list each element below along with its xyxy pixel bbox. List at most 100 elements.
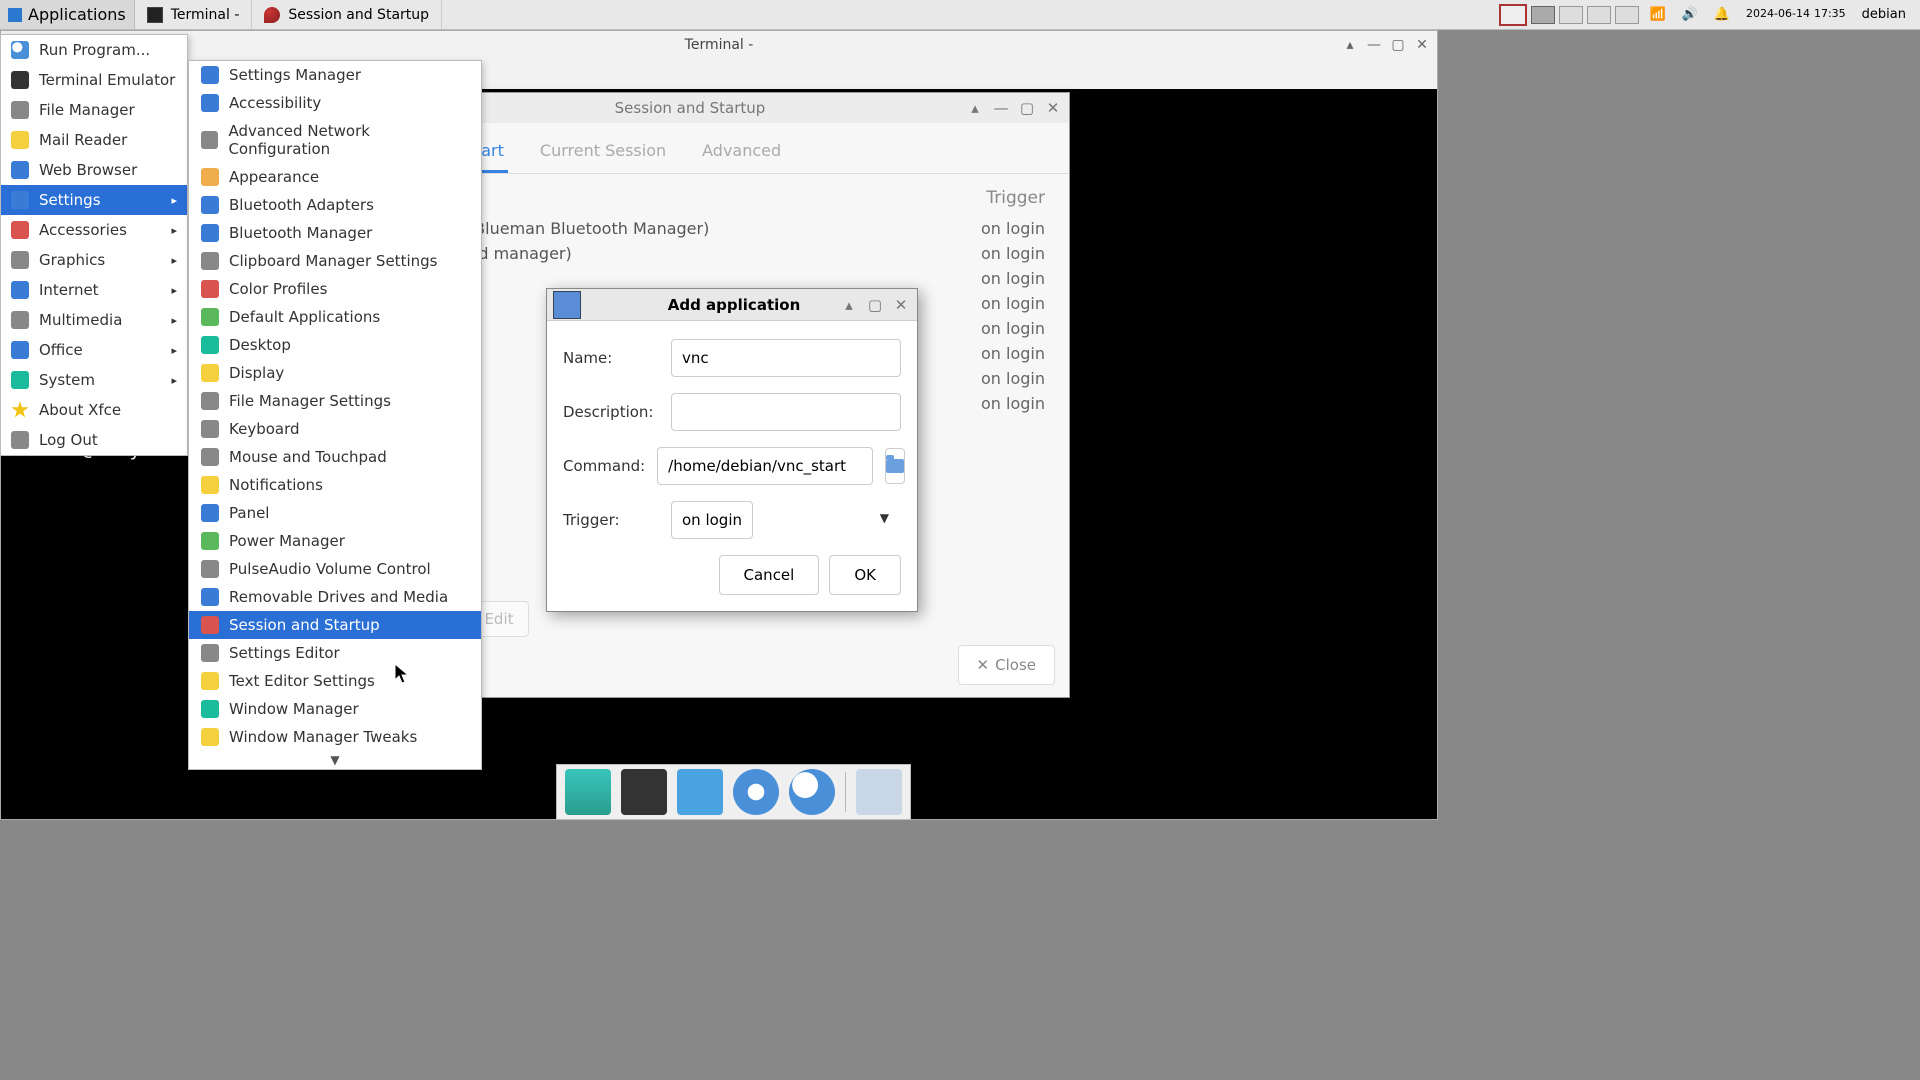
ic-grey-icon	[201, 392, 219, 410]
window-maximize-icon[interactable]: ▢	[865, 295, 885, 315]
menu-item-terminal-emulator[interactable]: Terminal Emulator	[1, 65, 187, 95]
submenu-item-advanced-network-configuration[interactable]: Advanced Network Configuration	[189, 117, 481, 163]
submenu-item-bluetooth-manager[interactable]: Bluetooth Manager	[189, 219, 481, 247]
window-shade-icon[interactable]: ▴	[839, 295, 859, 315]
window-maximize-icon[interactable]: ▢	[1017, 98, 1037, 118]
add-application-titlebar[interactable]: Add application ▴ ▢ ✕	[547, 289, 917, 321]
ic-blue-icon	[201, 66, 219, 84]
volume-icon[interactable]: 🔊	[1676, 5, 1704, 24]
col-header-trigger: Trigger	[986, 188, 1045, 208]
browse-button[interactable]	[885, 448, 905, 484]
dock-show-desktop-icon[interactable]	[565, 769, 611, 815]
menu-item-web-browser[interactable]: Web Browser	[1, 155, 187, 185]
dock-folder-icon[interactable]	[856, 769, 902, 815]
menu-item-label: Mail Reader	[39, 131, 127, 149]
scroll-down-icon[interactable]: ▼	[189, 751, 481, 769]
window-close-icon[interactable]: ✕	[1043, 98, 1063, 118]
user-label[interactable]: debian	[1856, 5, 1912, 24]
submenu-item-default-applications[interactable]: Default Applications	[189, 303, 481, 331]
submenu-arrow-icon: ▸	[171, 224, 177, 237]
submenu-item-color-profiles[interactable]: Color Profiles	[189, 275, 481, 303]
submenu-item-label: Keyboard	[229, 420, 300, 438]
menu-item-log-out[interactable]: Log Out	[1, 425, 187, 455]
menu-item-internet[interactable]: Internet▸	[1, 275, 187, 305]
submenu-item-power-manager[interactable]: Power Manager	[189, 527, 481, 555]
xfce-logo-icon	[8, 8, 22, 22]
folder-icon	[886, 459, 904, 473]
window-minimize-icon[interactable]: —	[1365, 36, 1383, 54]
menu-item-accessories[interactable]: Accessories▸	[1, 215, 187, 245]
submenu-item-pulseaudio-volume-control[interactable]: PulseAudio Volume Control	[189, 555, 481, 583]
menu-item-label: Internet	[39, 281, 99, 299]
trigger-select[interactable]: on login	[671, 501, 753, 539]
submenu-item-label: Removable Drives and Media	[229, 588, 448, 606]
notifications-icon[interactable]: 🔔	[1708, 5, 1736, 24]
submenu-item-appearance[interactable]: Appearance	[189, 163, 481, 191]
applications-menu-button[interactable]: Applications	[0, 0, 135, 29]
name-input[interactable]	[671, 339, 901, 377]
window-close-icon[interactable]: ✕	[891, 295, 911, 315]
applications-label: Applications	[28, 5, 126, 24]
submenu-item-session-and-startup[interactable]: Session and Startup	[189, 611, 481, 639]
submenu-item-display[interactable]: Display	[189, 359, 481, 387]
menu-item-multimedia[interactable]: Multimedia▸	[1, 305, 187, 335]
submenu-item-settings-editor[interactable]: Settings Editor	[189, 639, 481, 667]
submenu-item-notifications[interactable]: Notifications	[189, 471, 481, 499]
workspace-1[interactable]	[1531, 6, 1555, 24]
submenu-item-clipboard-manager-settings[interactable]: Clipboard Manager Settings	[189, 247, 481, 275]
submenu-item-window-manager-tweaks[interactable]: Window Manager Tweaks	[189, 723, 481, 751]
workspace-3[interactable]	[1587, 6, 1611, 24]
ok-button[interactable]: OK	[829, 555, 901, 595]
window-close-icon[interactable]: ✕	[1413, 36, 1431, 54]
menu-item-run-program[interactable]: Run Program...	[1, 35, 187, 65]
submenu-item-label: Advanced Network Configuration	[228, 122, 469, 158]
menu-item-office[interactable]: Office▸	[1, 335, 187, 365]
window-shade-icon[interactable]: ▴	[965, 98, 985, 118]
workspace-2[interactable]	[1559, 6, 1583, 24]
ic-red-icon	[201, 616, 219, 634]
network-icon[interactable]: 📶	[1643, 5, 1671, 24]
submenu-item-removable-drives-and-media[interactable]: Removable Drives and Media	[189, 583, 481, 611]
tab-current-session[interactable]: Current Session	[536, 133, 670, 173]
submenu-item-accessibility[interactable]: Accessibility	[189, 89, 481, 117]
clock[interactable]: 2024-06-14 17:35	[1740, 6, 1852, 22]
submenu-item-bluetooth-adapters[interactable]: Bluetooth Adapters	[189, 191, 481, 219]
window-shade-icon[interactable]: ▴	[1341, 36, 1359, 54]
menu-item-graphics[interactable]: Graphics▸	[1, 245, 187, 275]
submenu-item-settings-manager[interactable]: Settings Manager	[189, 61, 481, 89]
menu-item-mail-reader[interactable]: Mail Reader	[1, 125, 187, 155]
dock-chromium-icon[interactable]	[733, 769, 779, 815]
menu-item-file-manager[interactable]: File Manager	[1, 95, 187, 125]
submenu-item-desktop[interactable]: Desktop	[189, 331, 481, 359]
submenu-item-file-manager-settings[interactable]: File Manager Settings	[189, 387, 481, 415]
command-input[interactable]	[657, 447, 873, 485]
menu-item-about-xfce[interactable]: About Xfce	[1, 395, 187, 425]
ic-green-icon	[201, 532, 219, 550]
taskbar-item-session-startup[interactable]: Session and Startup	[252, 0, 442, 29]
dock-terminal-icon[interactable]	[621, 769, 667, 815]
submenu-item-text-editor-settings[interactable]: Text Editor Settings	[189, 667, 481, 695]
menu-item-settings[interactable]: Settings▸	[1, 185, 187, 215]
dock-files-icon[interactable]	[677, 769, 723, 815]
description-input[interactable]	[671, 393, 901, 431]
submenu-arrow-icon: ▸	[171, 254, 177, 267]
menu-item-system[interactable]: System▸	[1, 365, 187, 395]
submenu-item-window-manager[interactable]: Window Manager	[189, 695, 481, 723]
submenu-item-label: Default Applications	[229, 308, 380, 326]
terminal-titlebar[interactable]: Terminal - ▴ — ▢ ✕	[1, 31, 1437, 59]
screen-recorder-icon[interactable]	[1499, 4, 1527, 26]
tab-advanced[interactable]: Advanced	[698, 133, 785, 173]
ic-orange-icon	[201, 168, 219, 186]
submenu-item-panel[interactable]: Panel	[189, 499, 481, 527]
cancel-button[interactable]: Cancel	[719, 555, 820, 595]
window-minimize-icon[interactable]: —	[991, 98, 1011, 118]
window-maximize-icon[interactable]: ▢	[1389, 36, 1407, 54]
submenu-item-keyboard[interactable]: Keyboard	[189, 415, 481, 443]
close-button[interactable]: ✕Close	[958, 645, 1055, 685]
dock-search-icon[interactable]	[789, 769, 835, 815]
ic-yellow-icon	[201, 476, 219, 494]
submenu-item-mouse-and-touchpad[interactable]: Mouse and Touchpad	[189, 443, 481, 471]
workspace-4[interactable]	[1615, 6, 1639, 24]
taskbar-item-terminal[interactable]: Terminal -	[135, 0, 253, 29]
menu-item-label: Web Browser	[39, 161, 137, 179]
